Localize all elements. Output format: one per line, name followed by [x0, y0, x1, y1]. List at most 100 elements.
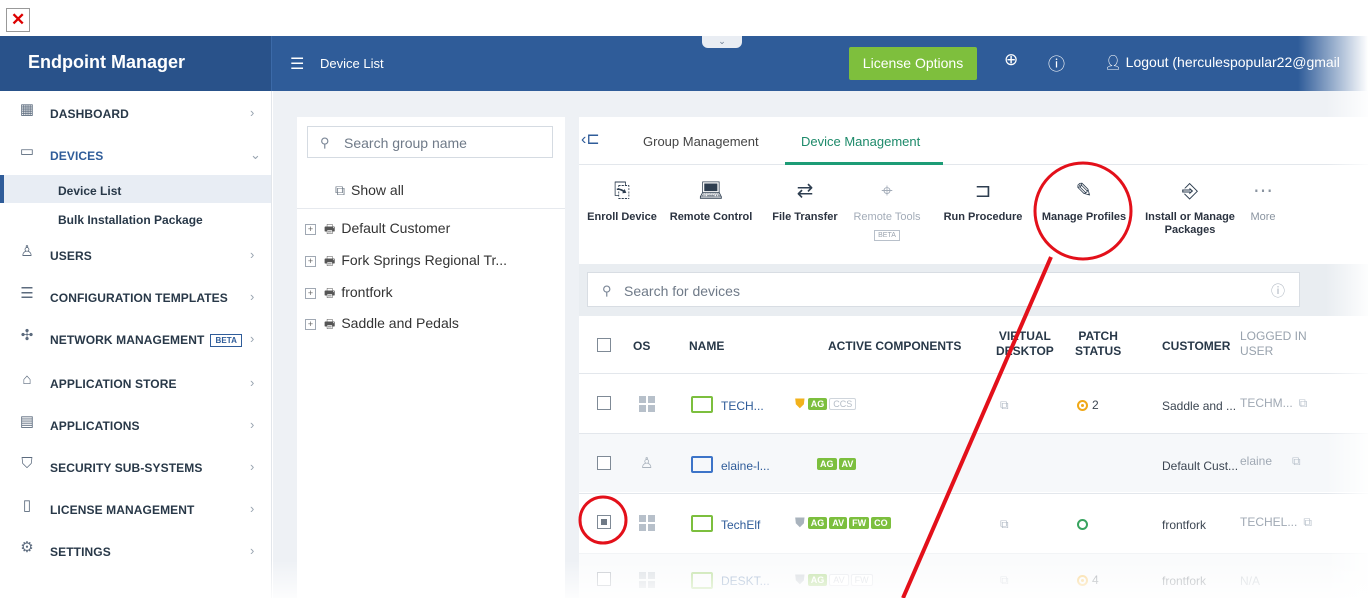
chevron-right-icon: › — [250, 105, 255, 120]
search-icon: ⚲ — [602, 283, 612, 298]
remote-tools-icon: ⌖ — [881, 180, 893, 202]
table-row[interactable]: DESKT... ⛊ AG AV FW ⧉ 4 frontfork N/A — [579, 553, 1368, 598]
add-device-icon[interactable]: ⊕ — [1004, 50, 1018, 70]
laptop-icon: 💻︎ — [698, 180, 724, 202]
sidebar-item-label: DASHBOARD — [50, 107, 129, 121]
group-panel: ⚲ ⧉Show all +🖶︎Default Customer +🖶︎Fork … — [297, 117, 565, 598]
brand-title[interactable]: Endpoint Manager — [0, 36, 272, 91]
component-badge: FW — [849, 517, 870, 530]
manage-profiles-icon: ✎ — [1075, 180, 1093, 202]
sidebar-item-label: APPLICATIONS — [50, 419, 140, 433]
sidebar-item-label: NETWORK MANAGEMENT BETA — [50, 333, 243, 348]
sidebar-item-label: USERS — [50, 249, 92, 263]
column-header-logged-in-user[interactable]: LOGGED IN USER — [1240, 329, 1307, 359]
tab-device-management[interactable]: Device Management — [801, 134, 920, 149]
group-icon: 🖶︎ — [324, 317, 336, 331]
column-header-virtual-desktop[interactable]: VIRTUAL DESKTOP — [996, 329, 1054, 359]
table-row[interactable]: TechElf ⛊ AG AV FW CO ⧉ frontfork TECHEL... ⧉ — [579, 493, 1368, 552]
copy-icon[interactable]: ⧉ — [1299, 396, 1308, 410]
row-checkbox[interactable] — [597, 396, 611, 410]
chevron-right-icon: › — [250, 375, 255, 390]
device-name-link[interactable]: DESKT... — [721, 574, 770, 588]
device-monitor-icon — [691, 396, 713, 413]
sidebar-subitem-device-list[interactable]: Device List — [0, 175, 271, 203]
broken-image-icon: ✕ — [6, 8, 30, 32]
sidebar-item-security-sub-systems[interactable]: ⛉ SECURITY SUB-SYSTEMS › — [0, 447, 272, 487]
group-item-frontfork[interactable]: + 🖶︎ frontfork — [305, 284, 393, 306]
remote-control-button[interactable]: 💻︎ Remote Control — [669, 179, 753, 224]
copy-icon[interactable]: ⧉ — [1303, 515, 1312, 529]
expand-icon[interactable]: + — [305, 223, 316, 235]
device-name-link[interactable]: elaine-l... — [721, 459, 770, 473]
warning-icon — [1077, 400, 1088, 412]
patch-status[interactable]: 2 — [1077, 398, 1099, 412]
manage-profiles-button[interactable]: ✎ Manage Profiles — [1037, 179, 1131, 224]
sidebar-subitem-bulk-installation[interactable]: Bulk Installation Package — [0, 204, 271, 232]
enroll-device-button[interactable]: ⎘ Enroll Device — [585, 179, 659, 224]
group-item-fork-springs[interactable]: + 🖶︎ Fork Springs Regional Tr... — [305, 252, 507, 274]
group-item-default-customer[interactable]: + 🖶︎ Default Customer — [305, 220, 450, 242]
row-checkbox[interactable] — [597, 572, 611, 586]
group-search-box: ⚲ — [307, 126, 553, 158]
row-checkbox[interactable] — [597, 456, 611, 470]
active-components: ⛊ AG CCS — [795, 396, 858, 412]
column-header-name[interactable]: NAME — [689, 339, 724, 354]
table-row[interactable]: ♙ elaine-l... AG AV Default Cust... elain… — [579, 433, 1368, 492]
device-name-link[interactable]: TECH... — [721, 399, 764, 413]
virtual-desktop-icon[interactable]: ⧉ — [1000, 398, 1009, 413]
license-options-button[interactable]: License Options — [849, 47, 977, 80]
column-header-patch-status[interactable]: PATCH STATUS — [1075, 329, 1121, 359]
column-header-customer[interactable]: CUSTOMER — [1162, 339, 1230, 354]
collapse-header-tab[interactable]: ⌄ — [702, 36, 742, 48]
patch-status[interactable]: 4 — [1077, 573, 1099, 587]
show-all-groups[interactable]: ⧉ Show all — [297, 167, 565, 209]
tree-toggle-icon[interactable]: ‹⊏ — [581, 129, 600, 149]
device-monitor-icon — [691, 572, 713, 589]
more-button[interactable]: ⋯ More — [1243, 179, 1283, 224]
patch-status[interactable] — [1077, 517, 1088, 531]
device-search-input[interactable] — [624, 281, 1224, 301]
expand-icon[interactable]: + — [305, 287, 316, 299]
chevron-right-icon: › — [250, 459, 255, 474]
column-header-os[interactable]: OS — [633, 339, 650, 354]
virtual-desktop-icon[interactable]: ⧉ — [1000, 517, 1009, 532]
sidebar-item-application-store[interactable]: ⌂ APPLICATION STORE › — [0, 363, 272, 403]
device-name-link[interactable]: TechElf — [721, 518, 760, 532]
sidebar-item-configuration-templates[interactable]: ☰ CONFIGURATION TEMPLATES › — [0, 277, 272, 317]
sidebar-item-label: LICENSE MANAGEMENT — [50, 503, 195, 517]
sidebar-item-network-management[interactable]: ✣ NETWORK MANAGEMENT BETA › — [0, 319, 272, 359]
expand-icon[interactable]: + — [305, 255, 316, 267]
run-procedure-button[interactable]: ⊐ Run Procedure — [941, 179, 1025, 224]
copy-icon[interactable]: ⧉ — [1292, 454, 1301, 468]
component-badge: AV — [829, 574, 849, 587]
row-checkbox[interactable] — [597, 515, 611, 529]
sidebar-item-devices[interactable]: ▭ DEVICES ⌄ — [0, 135, 272, 175]
shield-icon: ⛊ — [795, 515, 805, 530]
virtual-desktop-icon[interactable]: ⧉ — [1000, 573, 1009, 588]
install-manage-packages-button[interactable]: ⎆ Install or Manage Packages — [1141, 179, 1239, 237]
sidebar-item-settings[interactable]: ⚙ SETTINGS › — [0, 531, 272, 571]
sidebar-item-label: APPLICATION STORE — [50, 377, 177, 391]
customer-cell: frontfork — [1162, 574, 1207, 588]
remote-tools-button[interactable]: ⌖ Remote Tools BETA — [851, 179, 923, 242]
help-icon[interactable]: ⓘ — [1048, 50, 1065, 75]
column-header-active-components[interactable]: ACTIVE COMPONENTS — [828, 339, 961, 354]
group-search-input[interactable] — [344, 133, 544, 153]
logged-in-user-cell: TECHEL... ⧉ — [1240, 515, 1312, 529]
info-icon[interactable]: ⓘ — [1271, 281, 1285, 301]
customer-cell: Default Cust... — [1162, 459, 1239, 473]
component-badge: CO — [871, 517, 891, 530]
sidebar-item-users[interactable]: ♙ USERS › — [0, 235, 272, 275]
select-all-checkbox[interactable] — [597, 338, 611, 352]
table-row[interactable]: TECH... ⛊ AG CCS ⧉ 2 Saddle and ... TECHM.… — [579, 373, 1368, 432]
tab-group-management[interactable]: Group Management — [643, 134, 759, 149]
shield-icon: ⛉ — [21, 455, 33, 472]
license-icon: ▯ — [22, 497, 32, 514]
group-item-saddle-and-pedals[interactable]: + 🖶︎ Saddle and Pedals — [305, 315, 459, 337]
sidebar-item-license-management[interactable]: ▯ LICENSE MANAGEMENT › — [0, 489, 272, 529]
file-transfer-button[interactable]: ⇄ File Transfer — [769, 179, 841, 224]
expand-icon[interactable]: + — [305, 318, 316, 330]
hamburger-menu-icon[interactable]: ☰ — [290, 54, 304, 74]
sidebar-item-applications[interactable]: ▤ APPLICATIONS › — [0, 405, 272, 445]
sidebar-item-dashboard[interactable]: ▦ DASHBOARD › — [0, 93, 272, 133]
